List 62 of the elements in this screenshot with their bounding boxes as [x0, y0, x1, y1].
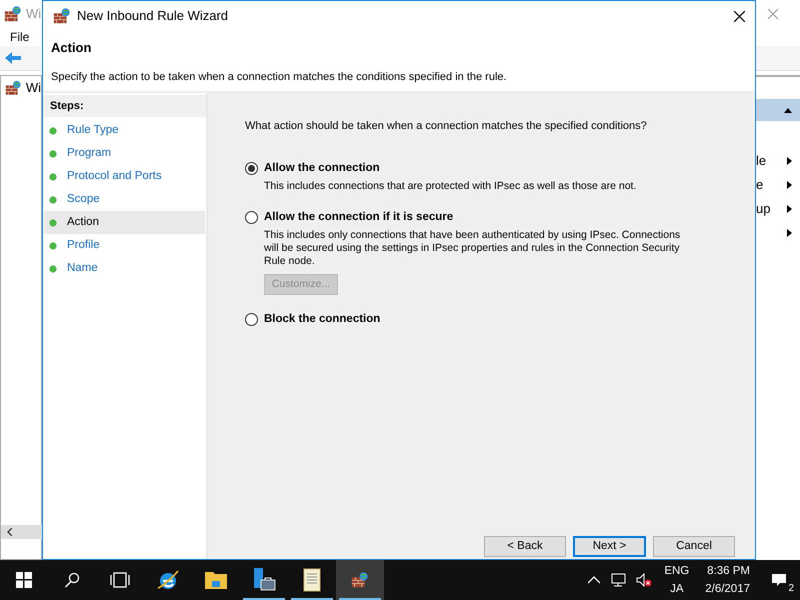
status-dot-icon — [49, 264, 57, 272]
dialog-button[interactable]: Next > — [573, 536, 646, 557]
option-description: This includes connections that are protected with IPsec as well as those are not. — [264, 180, 638, 193]
window-title: New Inbound Rule Wizard — [77, 7, 228, 26]
status-dot-icon — [49, 218, 57, 226]
back-arrow-icon[interactable] — [4, 51, 22, 65]
dialog-button[interactable]: < Back — [484, 536, 566, 557]
tree-item[interactable]: Wi — [26, 78, 41, 98]
status-dot-icon — [49, 172, 57, 180]
pane-menu-entry[interactable]: le — [756, 149, 800, 173]
notification-count: 2 — [788, 582, 794, 596]
radio-button[interactable]: Block the connection — [245, 311, 735, 328]
search-icon[interactable] — [64, 572, 80, 588]
submenu-arrow-icon — [787, 205, 792, 213]
status-dot-icon — [49, 242, 57, 250]
task-view-icon[interactable] — [109, 572, 131, 588]
server-toolbox-icon[interactable] — [251, 567, 277, 593]
step-item[interactable]: Protocol and Ports — [44, 165, 205, 188]
muted-speaker-icon[interactable] — [636, 573, 652, 587]
page-heading: Action — [51, 39, 92, 57]
option-description: This includes only connections that have been authenticated by using IPsec. Connections will be secured using the settings in IPsec properties and rules in the Connection Security Rule node. — [264, 229, 682, 268]
radio-button[interactable]: Allow the connection — [245, 160, 735, 177]
action-pane-header[interactable] — [756, 99, 800, 121]
step-item[interactable]: Name — [44, 257, 205, 280]
step-item[interactable]: Profile — [44, 234, 205, 257]
submenu-arrow-icon[interactable] — [787, 229, 792, 237]
firewall-icon — [5, 78, 22, 97]
windows-logo-icon[interactable] — [16, 572, 32, 588]
browser-icon[interactable] — [156, 568, 180, 592]
steps-heading: Steps: — [43, 95, 206, 117]
notification-icon[interactable] — [771, 573, 787, 587]
clock[interactable]: 8:36 PM 2/6/2017 — [701, 562, 754, 598]
dialog-button[interactable]: Cancel — [653, 536, 735, 557]
step-item[interactable]: Scope — [44, 188, 205, 211]
submenu-arrow-icon — [787, 157, 792, 165]
scroll-left-icon[interactable] — [7, 528, 12, 536]
scroll-document-icon[interactable] — [301, 568, 323, 592]
firewall-icon — [53, 7, 71, 25]
close-icon[interactable] — [734, 10, 745, 22]
language-indicator[interactable]: ENG JA — [662, 562, 692, 598]
network-icon[interactable] — [610, 573, 626, 587]
collapse-arrow-icon[interactable] — [784, 108, 792, 112]
step-item[interactable]: Rule Type — [44, 119, 205, 142]
radio-button[interactable]: Allow the connection if it is secure — [245, 208, 735, 226]
pane-menu-entry[interactable]: e — [756, 173, 800, 197]
question-text: What action should be taken when a connection matches the specified conditions? — [245, 119, 648, 134]
step-item[interactable]: Program — [44, 142, 205, 165]
window-title: Wi — [26, 5, 42, 24]
step-item[interactable]: Action — [44, 211, 205, 234]
submenu-arrow-icon — [787, 181, 792, 189]
status-dot-icon — [49, 196, 57, 204]
firewall-icon — [4, 5, 22, 23]
folder-icon[interactable] — [204, 570, 228, 590]
chevron-up-icon[interactable] — [588, 576, 600, 584]
radio-circle-icon[interactable] — [245, 162, 258, 175]
pane-menu-entry[interactable]: up — [756, 197, 800, 221]
status-dot-icon — [49, 126, 57, 134]
horizontal-scrollbar[interactable] — [1, 525, 43, 539]
page-description: Specify the action to be taken when a connection matches the conditions specified in the rule. — [51, 70, 508, 84]
menu-item[interactable]: File — [10, 28, 30, 46]
status-dot-icon — [49, 150, 57, 158]
firewall-icon — [351, 571, 369, 589]
